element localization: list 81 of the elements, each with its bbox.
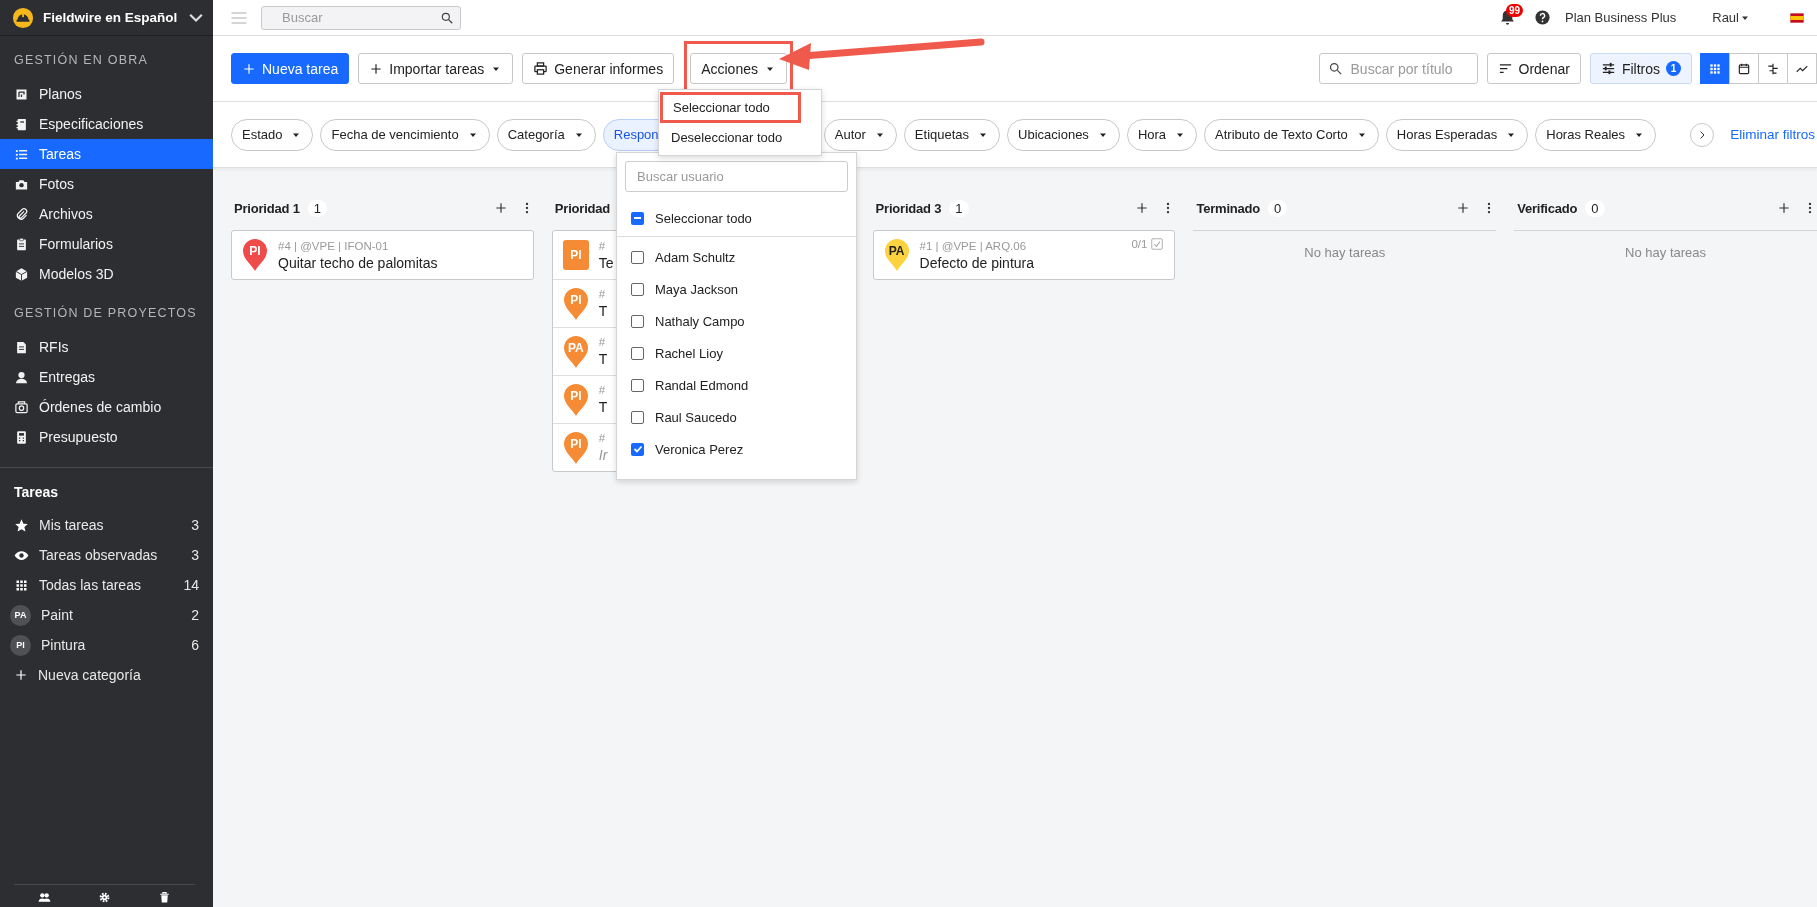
column-count: 1 [307,199,327,217]
checklist-count: 0/1 [1131,238,1148,250]
sidebar-item[interactable]: Especificaciones [0,109,213,139]
task-meta: #4 | @VPE | IFON-01 [278,239,389,252]
task-meta: # [598,336,606,348]
clear-filters-link[interactable]: Eliminar filtros [1714,127,1815,142]
notification-badge: 99 [1505,4,1524,17]
task-list-link[interactable]: Paint [41,607,182,623]
column-title: Terminado [1196,200,1261,216]
task-list-link[interactable]: Pintura [41,637,182,653]
menu-item[interactable]: Seleccionar todo [660,92,801,123]
user-option[interactable]: Randal Edmond [655,377,749,393]
sidebar-item[interactable]: Formularios [0,229,213,259]
section-heading: GESTIÓN DE PROYECTOS [13,306,198,320]
column-count: 0 [1268,199,1288,217]
user-option[interactable]: Nathaly Campo [655,313,745,329]
task-meta: # [598,288,606,300]
task-meta: # [598,239,606,252]
sidebar-item[interactable]: Órdenes de cambio [0,392,213,422]
sidebar-item[interactable]: RFIs [0,332,213,362]
task-title[interactable]: Te [598,254,614,271]
new-task-button[interactable]: Nueva tarea [231,53,350,84]
select-all-label[interactable]: Seleccionar todo [655,210,752,226]
user-option[interactable]: Veronica Perez [655,441,744,457]
task-count: 3 [191,547,199,563]
sidebar-item[interactable]: Planos [0,79,213,109]
user-option[interactable]: Raul Saucedo [655,409,737,425]
plan-label: Plan Business Plus [1564,10,1677,25]
empty-message: No hay tareas [1514,230,1817,260]
toolbar-button[interactable]: Importar tareas [358,53,514,84]
column-count: 1 [949,199,969,217]
task-title[interactable]: T [598,399,608,415]
pin-marker: PI [562,286,589,321]
column-title: Prioridad 3 [875,200,942,216]
filter-count-badge: 1 [1666,61,1681,76]
task-count: 14 [183,577,199,593]
user-option[interactable]: Rachel Lioy [655,345,723,361]
sidebar-item[interactable]: Entregas [0,362,213,392]
category-avatar: PA [10,604,31,626]
section-heading: Tareas [13,483,60,502]
sidebar-item[interactable]: Fotos [0,169,213,199]
sidebar-item[interactable]: Presupuesto [0,422,213,452]
task-title[interactable]: Defecto de pintura [919,254,1034,271]
task-count: 3 [191,517,199,533]
pin-marker: PI [562,382,589,417]
user-option[interactable]: Maya Jackson [655,281,739,297]
task-list-link[interactable]: Tareas observadas [39,547,182,563]
sidebar-item[interactable]: Tareas [0,139,213,169]
column-title: Prioridad [554,200,611,216]
task-meta: # [598,384,606,396]
task-meta: #1 | @VPE | ARQ.06 [919,239,1027,252]
square-marker: PI [562,240,589,270]
column-title: Prioridad 1 [234,200,300,216]
task-count: 2 [191,607,199,623]
pin-marker: PA [562,334,589,369]
pin-marker: PI [562,430,589,465]
task-list-link[interactable]: Todas las tareas [39,577,174,593]
column-count: 0 [1585,199,1605,217]
task-list-link[interactable]: Nueva categoría [38,667,199,683]
column-title: Verificado [1517,200,1578,216]
project-name[interactable]: Fieldwire en Español [43,10,178,25]
user-option[interactable]: Adam Schultz [655,249,736,265]
sidebar-item[interactable]: Archivos [0,199,213,229]
pin-marker: PI [242,238,268,272]
task-title[interactable]: T [598,303,608,319]
task-title[interactable]: T [598,351,608,367]
section-heading: GESTIÓN EN OBRA [13,53,149,67]
filters-button[interactable]: Filtros 1 [1589,53,1692,84]
category-avatar: PI [10,634,31,656]
task-meta: # [598,432,606,444]
toolbar-button[interactable]: Acciones [690,53,787,84]
task-title[interactable]: Quitar techo de palomitas [278,254,438,271]
menu-item[interactable]: Deseleccionar todo [659,123,821,151]
task-count: 6 [191,637,199,653]
sort-button[interactable]: Ordenar [1486,53,1581,84]
user-menu[interactable]: Raul [1712,10,1751,25]
task-list-link[interactable]: Mis tareas [39,517,182,533]
pin-marker: PA [883,238,910,272]
empty-message: No hay tareas [1193,230,1497,260]
toolbar-button[interactable]: Generar informes [522,53,675,84]
sidebar-item[interactable]: Modelos 3D [0,259,213,289]
